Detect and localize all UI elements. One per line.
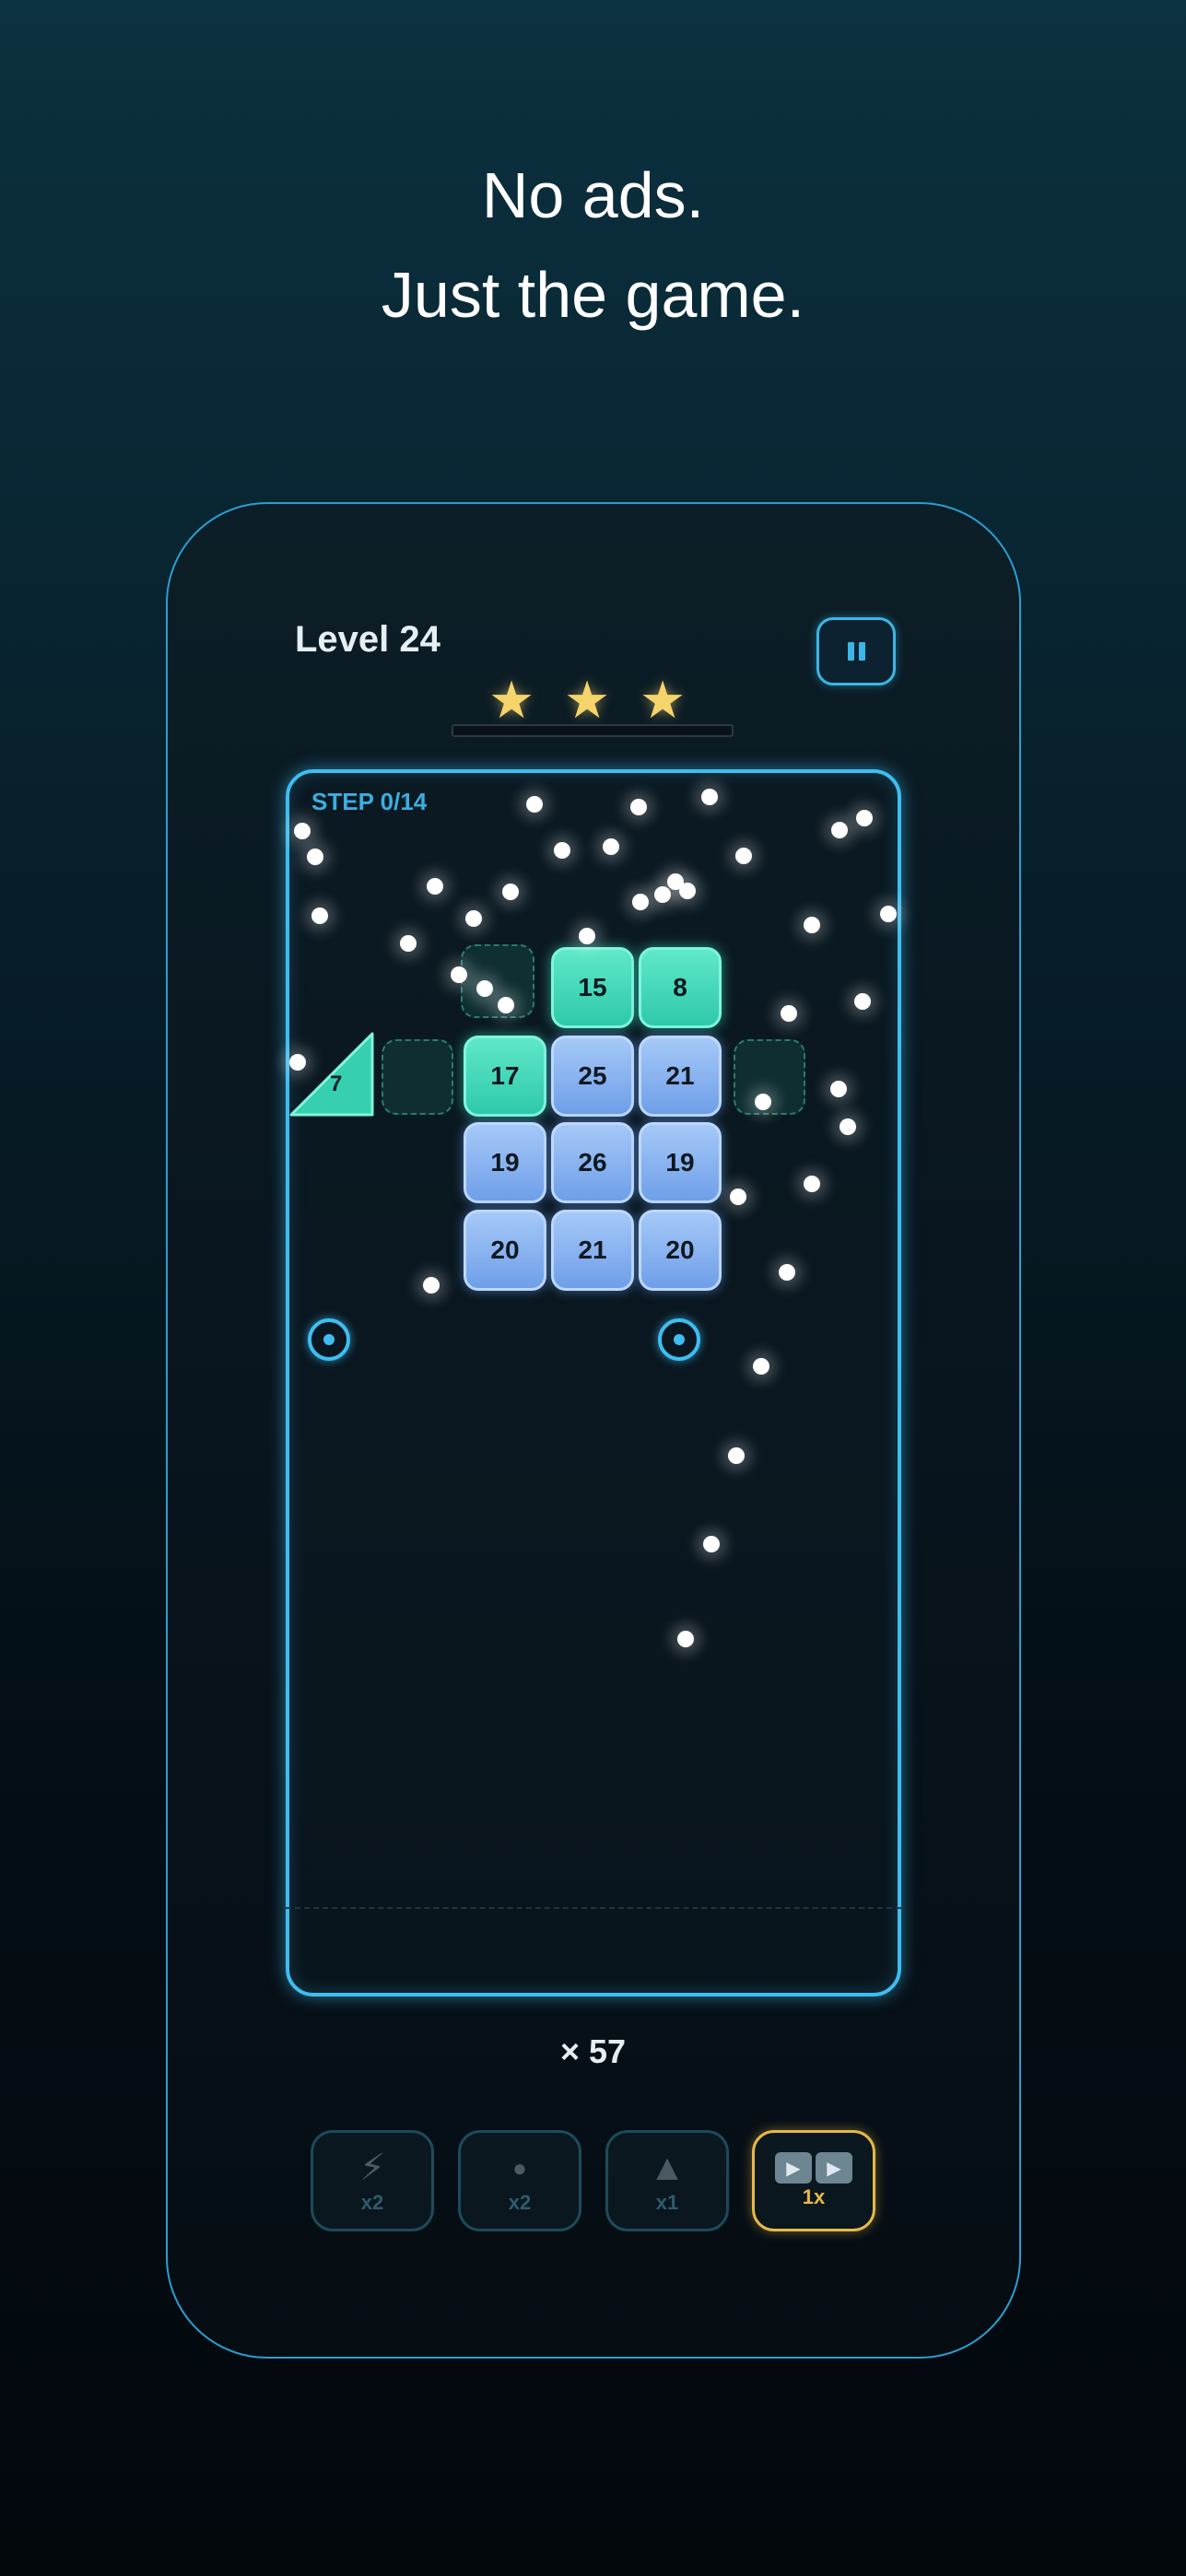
- ghost-brick: [382, 1039, 453, 1115]
- ball: [311, 907, 328, 924]
- brick: 15: [551, 947, 634, 1028]
- headline-line-2: Just the game.: [381, 259, 805, 331]
- launch-baseline: [286, 1907, 901, 1909]
- powerup-count: x2: [508, 2191, 532, 2214]
- brick: 20: [639, 1210, 722, 1291]
- powerup-count: x1: [655, 2191, 679, 2214]
- ball: [703, 1536, 720, 1552]
- ball: [630, 799, 647, 815]
- level-progress-bar: [452, 724, 734, 737]
- fast-forward-icon: ▶ ▶: [775, 2152, 852, 2184]
- powerup-lightning-button[interactable]: ⚡ x2: [311, 2130, 434, 2231]
- ball: [554, 842, 570, 859]
- brick: 19: [464, 1122, 546, 1203]
- ball: [854, 993, 871, 1010]
- ball: [451, 966, 467, 983]
- ball-icon: ●: [512, 2154, 527, 2182]
- ball: [465, 910, 482, 927]
- ball: [677, 1631, 694, 1647]
- brick: 26: [551, 1122, 634, 1203]
- brick: 19: [639, 1122, 722, 1203]
- pause-button[interactable]: [816, 617, 896, 685]
- brick: 25: [551, 1036, 634, 1117]
- ball: [400, 935, 417, 952]
- lightning-icon: ⚡: [358, 2148, 386, 2188]
- ball: [728, 1447, 745, 1464]
- ball: [701, 789, 718, 805]
- powerup-count: x2: [360, 2191, 384, 2214]
- ball: [755, 1094, 771, 1110]
- ball: [579, 928, 595, 944]
- ball: [840, 1118, 856, 1135]
- extra-ball-ring-icon: [658, 1318, 700, 1361]
- brick: 21: [639, 1036, 722, 1117]
- pause-icon-bar-right: [858, 642, 865, 661]
- ball: [730, 1188, 746, 1205]
- ball: [804, 917, 820, 933]
- ball: [502, 884, 519, 900]
- star-icon: ★: [488, 671, 535, 729]
- triangle-brick-value: 7: [330, 1071, 343, 1096]
- speed-toggle-button[interactable]: ▶ ▶ 1x: [752, 2130, 875, 2231]
- step-counter: STEP 0/14: [311, 788, 428, 815]
- brick: 8: [639, 947, 722, 1028]
- ball: [679, 883, 696, 899]
- ball: [781, 1005, 797, 1022]
- powerup-triangle-button[interactable]: ▲ x1: [605, 2130, 729, 2231]
- ball: [880, 906, 897, 922]
- brick: 20: [464, 1210, 546, 1291]
- star-icon: ★: [564, 671, 611, 729]
- ball: [289, 1054, 306, 1071]
- ball: [735, 848, 752, 864]
- ball: [654, 886, 671, 903]
- ball: [753, 1358, 769, 1375]
- star-icon: ★: [640, 671, 687, 729]
- level-title: Level 24: [295, 619, 440, 660]
- ball: [632, 894, 649, 910]
- ball: [830, 1081, 847, 1097]
- ball: [476, 980, 493, 997]
- ball: [423, 1277, 440, 1294]
- ball: [831, 822, 848, 838]
- ball: [427, 878, 443, 895]
- speed-value: 1x: [802, 2185, 826, 2208]
- triangle-icon: ▲: [649, 2148, 686, 2188]
- ball: [779, 1264, 795, 1281]
- headline-line-1: No ads.: [481, 159, 705, 231]
- brick: 21: [551, 1210, 634, 1291]
- ball: [603, 838, 619, 855]
- brick: 17: [464, 1036, 546, 1117]
- ball: [498, 997, 514, 1013]
- ball: [856, 810, 873, 826]
- extra-ball-ring-icon: [308, 1318, 350, 1361]
- ball: [307, 849, 323, 865]
- ball: [526, 796, 543, 813]
- powerup-ball-button[interactable]: ● x2: [458, 2130, 581, 2231]
- pause-icon-bar-left: [847, 642, 854, 661]
- ball: [804, 1176, 820, 1192]
- ball-count: × 57: [559, 2032, 627, 2070]
- ball: [294, 823, 311, 839]
